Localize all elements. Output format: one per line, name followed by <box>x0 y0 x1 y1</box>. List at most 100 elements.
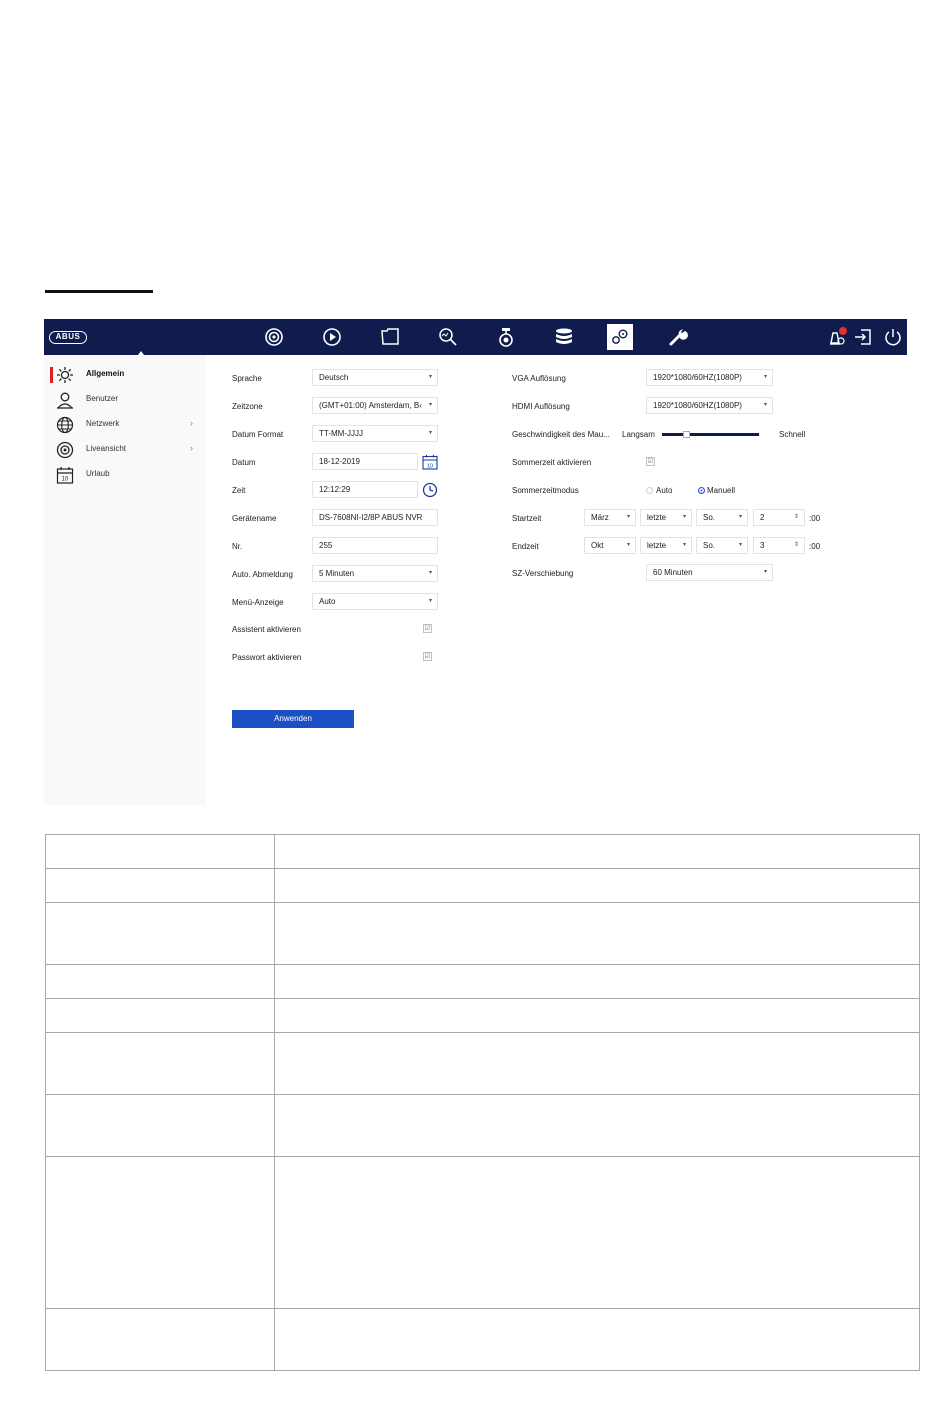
settings-icon[interactable] <box>607 324 633 350</box>
logout-icon[interactable] <box>850 324 876 350</box>
label-datum: Datum <box>232 458 256 467</box>
calendar-icon: 10 <box>56 467 74 484</box>
sommerzeit-checkbox[interactable]: ☑ <box>646 457 655 466</box>
label-sz-verschiebung: SZ-Verschiebung <box>512 569 574 578</box>
table-row <box>45 868 920 903</box>
spinner-icon: ⇕ <box>793 542 799 548</box>
label-sommerzeit: Sommerzeit aktivieren <box>512 458 592 467</box>
startzeit-minutes: :00 <box>809 514 821 523</box>
endzeit-week-select[interactable]: letzte ▾ <box>640 537 692 554</box>
dropdown-arrow-icon: ▾ <box>763 569 767 575</box>
description-table <box>45 834 920 1371</box>
geraetename-input[interactable]: DS-7608NI-I2/8P ABUS NVR <box>312 509 438 526</box>
user-icon <box>57 392 73 409</box>
datum-input[interactable]: 18-12-2019 <box>312 453 418 470</box>
apply-button[interactable]: Anwenden <box>232 710 354 728</box>
top-navigation-bar: ABUS <box>44 319 907 355</box>
sidebar-item-label: Allgemein <box>86 369 125 378</box>
section-title-underline <box>45 290 153 293</box>
sidebar-item-label: Benutzer <box>86 394 119 403</box>
camera-lens-icon <box>56 441 74 459</box>
camera-icon[interactable] <box>493 324 519 350</box>
dropdown-arrow-icon: ▾ <box>428 430 432 436</box>
wrench-icon[interactable] <box>665 324 691 350</box>
label-assistent: Assistent aktivieren <box>232 625 301 634</box>
endzeit-hour-spinner[interactable]: 3 ⇕ <box>753 537 805 554</box>
dropdown-arrow-icon: ▾ <box>428 570 432 576</box>
sidebar-item-label: Urlaub <box>86 469 110 478</box>
startzeit-month-select[interactable]: März ▾ <box>584 509 636 526</box>
file-icon[interactable] <box>377 324 403 350</box>
nr-input[interactable]: 255 <box>312 537 438 554</box>
mouse-speed-slider[interactable] <box>662 433 759 436</box>
label-hdmi: HDMI Auflösung <box>512 402 570 411</box>
label-startzeit: Startzeit <box>512 514 542 523</box>
table-row <box>45 834 920 869</box>
label-passwort: Passwort aktivieren <box>232 653 302 662</box>
sidebar-item-benutzer[interactable]: Benutzer <box>44 389 206 411</box>
dropdown-arrow-icon: ▾ <box>738 542 742 548</box>
dropdown-arrow-icon: ▾ <box>682 542 686 548</box>
sidebar-item-label: Netzwerk <box>86 419 120 428</box>
chevron-right-icon: › <box>190 443 193 453</box>
table-row <box>45 902 920 965</box>
dropdown-arrow-icon: ▾ <box>428 402 432 408</box>
gear-icon <box>57 367 73 383</box>
label-auto-abmeldung: Auto. Abmeldung <box>232 570 293 579</box>
sidebar-item-urlaub[interactable]: 10 Urlaub <box>44 464 206 486</box>
zeit-input[interactable]: 12:12:29 <box>312 481 418 498</box>
sidebar-item-netzwerk[interactable]: Netzwerk › <box>44 414 206 436</box>
spinner-icon: ⇕ <box>793 514 799 520</box>
sidebar-item-allgemein[interactable]: Allgemein <box>44 364 206 386</box>
power-icon[interactable] <box>880 324 906 350</box>
sidebar-item-liveansicht[interactable]: Liveansicht › <box>44 439 206 461</box>
hdmi-select[interactable]: 1920*1080/60HZ(1080P) ▾ <box>646 397 773 414</box>
slider-min-label: Langsam <box>622 430 655 439</box>
label-zeit: Zeit <box>232 486 246 495</box>
sprache-select[interactable]: Deutsch ▾ <box>312 369 438 386</box>
radio-auto-label: Auto <box>656 486 673 495</box>
clock-icon[interactable] <box>422 482 438 498</box>
table-row <box>45 964 920 999</box>
table-row <box>45 1308 920 1371</box>
assistent-checkbox[interactable]: ☑ <box>423 624 432 633</box>
endzeit-day-select[interactable]: So. ▾ <box>696 537 748 554</box>
label-sommerzeitmodus: Sommerzeitmodus <box>512 486 579 495</box>
calendar-picker-icon[interactable]: 10 <box>422 454 438 470</box>
vga-select[interactable]: 1920*1080/60HZ(1080P) ▾ <box>646 369 773 386</box>
slider-thumb[interactable] <box>683 431 691 438</box>
dropdown-arrow-icon: ▾ <box>763 402 767 408</box>
live-view-icon[interactable] <box>261 324 287 350</box>
dropdown-arrow-icon: ▾ <box>626 542 630 548</box>
globe-icon <box>56 416 74 434</box>
dropdown-arrow-icon: ▾ <box>428 598 432 604</box>
startzeit-hour-spinner[interactable]: 2 ⇕ <box>753 509 805 526</box>
label-zeitzone: Zeitzone <box>232 402 263 411</box>
startzeit-week-select[interactable]: letzte ▾ <box>640 509 692 526</box>
datum-format-select[interactable]: TT-MM-JJJJ ▾ <box>312 425 438 442</box>
passwort-checkbox[interactable]: ☑ <box>423 652 432 661</box>
sz-verschiebung-select[interactable]: 60 Minuten ▾ <box>646 564 773 581</box>
svg-text:10: 10 <box>62 477 69 483</box>
playback-icon[interactable] <box>319 324 345 350</box>
startzeit-day-select[interactable]: So. ▾ <box>696 509 748 526</box>
search-icon[interactable] <box>435 324 461 350</box>
table-row <box>45 1094 920 1157</box>
nvr-config-window: ABUS Allgemein Benutzer Netzwerk › Livea… <box>44 319 907 805</box>
auto-abmeldung-select[interactable]: 5 Minuten ▾ <box>312 565 438 582</box>
radio-auto[interactable] <box>646 487 653 494</box>
label-nr: Nr. <box>232 542 243 551</box>
zeitzone-select[interactable]: (GMT+01:00) Amsterdam, B‹ ▾ <box>312 397 438 414</box>
label-sprache: Sprache <box>232 374 262 383</box>
label-endzeit: Endzeit <box>512 542 539 551</box>
label-geraetename: Gerätename <box>232 514 277 523</box>
dropdown-arrow-icon: ▾ <box>738 514 742 520</box>
endzeit-month-select[interactable]: Okt ▾ <box>584 537 636 554</box>
active-marker <box>50 367 53 383</box>
abus-logo: ABUS <box>49 331 87 344</box>
menue-anzeige-select[interactable]: Auto ▾ <box>312 593 438 610</box>
radio-manuell[interactable] <box>698 487 705 494</box>
table-row <box>45 1156 920 1309</box>
storage-icon[interactable] <box>551 324 577 350</box>
label-mausgeschwindigkeit: Geschwindigkeit des Mau... <box>512 430 610 439</box>
